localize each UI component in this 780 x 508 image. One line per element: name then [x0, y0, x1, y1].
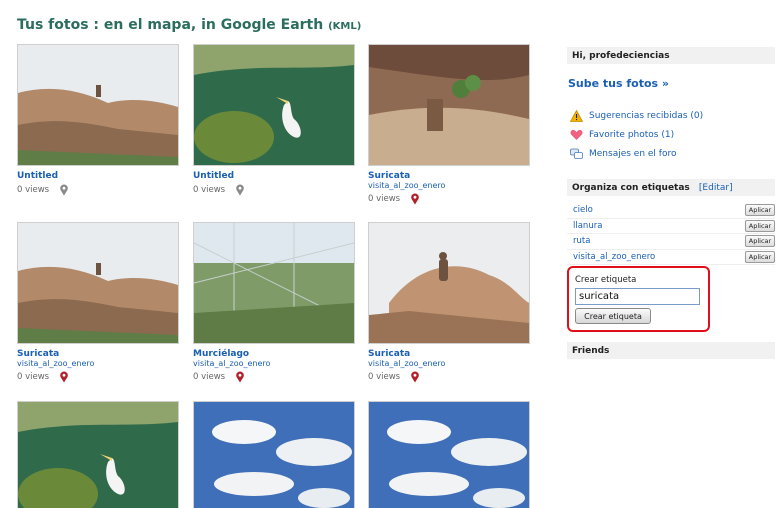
apply-tag-button[interactable]: Aplicar	[745, 219, 775, 232]
create-tag-label: Crear etiqueta	[575, 275, 637, 285]
photo-title-link[interactable]: Suricata	[368, 171, 534, 181]
map-pin-icon[interactable]	[235, 371, 245, 383]
photo-thumbnail[interactable]	[368, 222, 530, 344]
edit-tags-link[interactable]: [Editar]	[699, 183, 733, 193]
sidebar: Hi, profedeciencias Sube tus fotos » Sug…	[567, 47, 775, 359]
create-tag-input[interactable]	[575, 288, 700, 305]
tag-link[interactable]: llanura	[573, 221, 602, 231]
heart-icon	[570, 129, 583, 140]
photo-tag-link[interactable]: visita_al_zoo_enero	[193, 359, 359, 368]
photo-card	[368, 401, 534, 508]
photo-thumbnail[interactable]	[17, 44, 179, 166]
sidebar-item-label: Mensajes en el foro	[589, 148, 677, 159]
photo-meta: 0 views	[193, 184, 359, 196]
view-count: 0 views	[368, 372, 401, 382]
tag-list: cielo Aplicar llanura Aplicar ruta Aplic…	[567, 203, 775, 265]
photo-tag-link[interactable]: visita_al_zoo_enero	[368, 359, 534, 368]
tags-header: Organiza con etiquetas [Editar]	[567, 179, 775, 196]
photo-title-link[interactable]: Untitled	[17, 171, 183, 181]
tag-link[interactable]: ruta	[573, 236, 590, 246]
sidebar-item-favorites[interactable]: Favorite photos (1)	[567, 125, 775, 144]
photo-card: Untitled 0 views	[17, 44, 183, 196]
photo-image	[194, 223, 354, 343]
photo-card: Suricata visita_al_zoo_enero 0 views	[17, 222, 183, 383]
kml-link[interactable]: (KML)	[328, 21, 361, 32]
create-tag-panel: Crear etiqueta Crear etiqueta	[567, 266, 710, 332]
photo-thumbnail[interactable]	[193, 401, 355, 508]
map-pin-icon[interactable]	[59, 184, 69, 196]
tag-row: ruta Aplicar	[567, 234, 775, 250]
photo-meta: 0 views	[17, 371, 183, 383]
sidebar-item-suggestions[interactable]: Sugerencias recibidas (0)	[567, 106, 775, 125]
photo-card	[17, 401, 183, 508]
view-count: 0 views	[193, 372, 226, 382]
map-pin-icon[interactable]	[410, 371, 420, 383]
map-pin-icon[interactable]	[410, 193, 420, 205]
photo-image	[18, 223, 178, 343]
photo-thumbnail[interactable]	[17, 401, 179, 508]
view-count: 0 views	[193, 185, 226, 195]
photo-title-link[interactable]: Murciélago	[193, 349, 359, 359]
view-count: 0 views	[368, 194, 401, 204]
photo-thumbnail[interactable]	[193, 222, 355, 344]
page-title: Tus fotos : en el mapa, in Google Earth …	[17, 17, 361, 33]
tag-row: cielo Aplicar	[567, 203, 775, 219]
sidebar-item-forum[interactable]: Mensajes en el foro	[567, 144, 775, 163]
greeting-header: Hi, profedeciencias	[567, 47, 775, 64]
photo-thumbnail[interactable]	[193, 44, 355, 166]
map-pin-icon[interactable]	[235, 184, 245, 196]
photo-meta: 0 views	[368, 193, 534, 205]
chat-icon	[570, 148, 583, 159]
photo-card: Suricata visita_al_zoo_enero 0 views	[368, 222, 534, 383]
photo-image	[18, 45, 178, 165]
photo-image	[369, 402, 529, 508]
photo-image	[194, 402, 354, 508]
page-title-text[interactable]: Tus fotos : en el mapa, in Google Earth	[17, 17, 323, 33]
apply-tag-button[interactable]: Aplicar	[745, 250, 775, 263]
map-pin-icon[interactable]	[59, 371, 69, 383]
photo-tag-link[interactable]: visita_al_zoo_enero	[17, 359, 183, 368]
photo-image	[18, 402, 178, 508]
view-count: 0 views	[17, 372, 50, 382]
photo-card: Untitled 0 views	[193, 44, 359, 196]
view-count: 0 views	[17, 185, 50, 195]
upload-photos-link[interactable]: Sube tus fotos »	[568, 77, 775, 90]
photo-meta: 0 views	[368, 371, 534, 383]
photo-title-link[interactable]: Suricata	[368, 349, 534, 359]
friends-header: Friends	[567, 342, 775, 359]
apply-tag-button[interactable]: Aplicar	[745, 204, 775, 217]
photo-image	[194, 45, 354, 165]
warning-icon	[570, 109, 583, 122]
sidebar-links: Sugerencias recibidas (0) Favorite photo…	[567, 106, 775, 163]
tag-link[interactable]: visita_al_zoo_enero	[573, 252, 655, 262]
apply-tag-button[interactable]: Aplicar	[745, 235, 775, 248]
photo-title-link[interactable]: Untitled	[193, 171, 359, 181]
photo-image	[369, 223, 529, 343]
photo-thumbnail[interactable]	[368, 44, 530, 166]
photo-title-link[interactable]: Suricata	[17, 349, 183, 359]
tags-header-title: Organiza con etiquetas	[572, 183, 690, 193]
photo-card: Murciélago visita_al_zoo_enero 0 views	[193, 222, 359, 383]
sidebar-item-label: Favorite photos (1)	[589, 129, 675, 140]
photo-image	[369, 45, 529, 165]
tag-link[interactable]: cielo	[573, 205, 593, 215]
create-tag-button[interactable]: Crear etiqueta	[575, 308, 651, 324]
photo-card: Suricata visita_al_zoo_enero 0 views	[368, 44, 534, 205]
photo-thumbnail[interactable]	[368, 401, 530, 508]
tag-row: visita_al_zoo_enero Aplicar	[567, 250, 775, 265]
sidebar-item-label: Sugerencias recibidas (0)	[589, 110, 704, 121]
photo-card	[193, 401, 359, 508]
tag-row: llanura Aplicar	[567, 219, 775, 234]
photo-meta: 0 views	[193, 371, 359, 383]
photo-tag-link[interactable]: visita_al_zoo_enero	[368, 181, 534, 190]
photo-meta: 0 views	[17, 184, 183, 196]
photo-thumbnail[interactable]	[17, 222, 179, 344]
